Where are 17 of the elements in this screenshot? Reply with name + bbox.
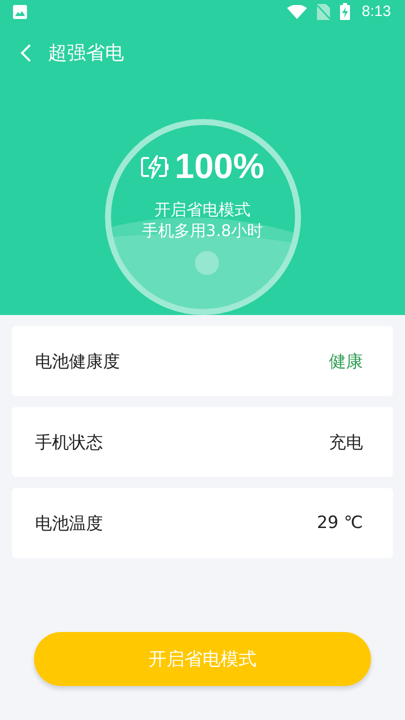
row-value: 29 ℃ xyxy=(316,513,363,533)
image-icon xyxy=(13,4,27,19)
row-label: 电池健康度 xyxy=(35,350,120,372)
page-title: 超强省电 xyxy=(48,40,124,66)
row-label: 电池温度 xyxy=(35,512,103,534)
battery-charging-icon xyxy=(140,155,169,179)
battery-percent: 100% xyxy=(174,147,264,187)
row-value: 充电 xyxy=(329,432,363,454)
battery-charging-icon xyxy=(340,3,350,20)
power-save-button[interactable]: 开启省电模式 xyxy=(34,632,371,686)
status-time: 8:13 xyxy=(362,3,391,20)
row-label: 手机状态 xyxy=(35,432,103,454)
wifi-icon xyxy=(286,4,307,19)
mode-label: 开启省电模式 xyxy=(154,199,250,220)
no-sim-icon xyxy=(316,4,330,20)
extra-time-label: 手机多用3.8小时 xyxy=(142,220,264,241)
row-value: 健康 xyxy=(329,350,363,372)
